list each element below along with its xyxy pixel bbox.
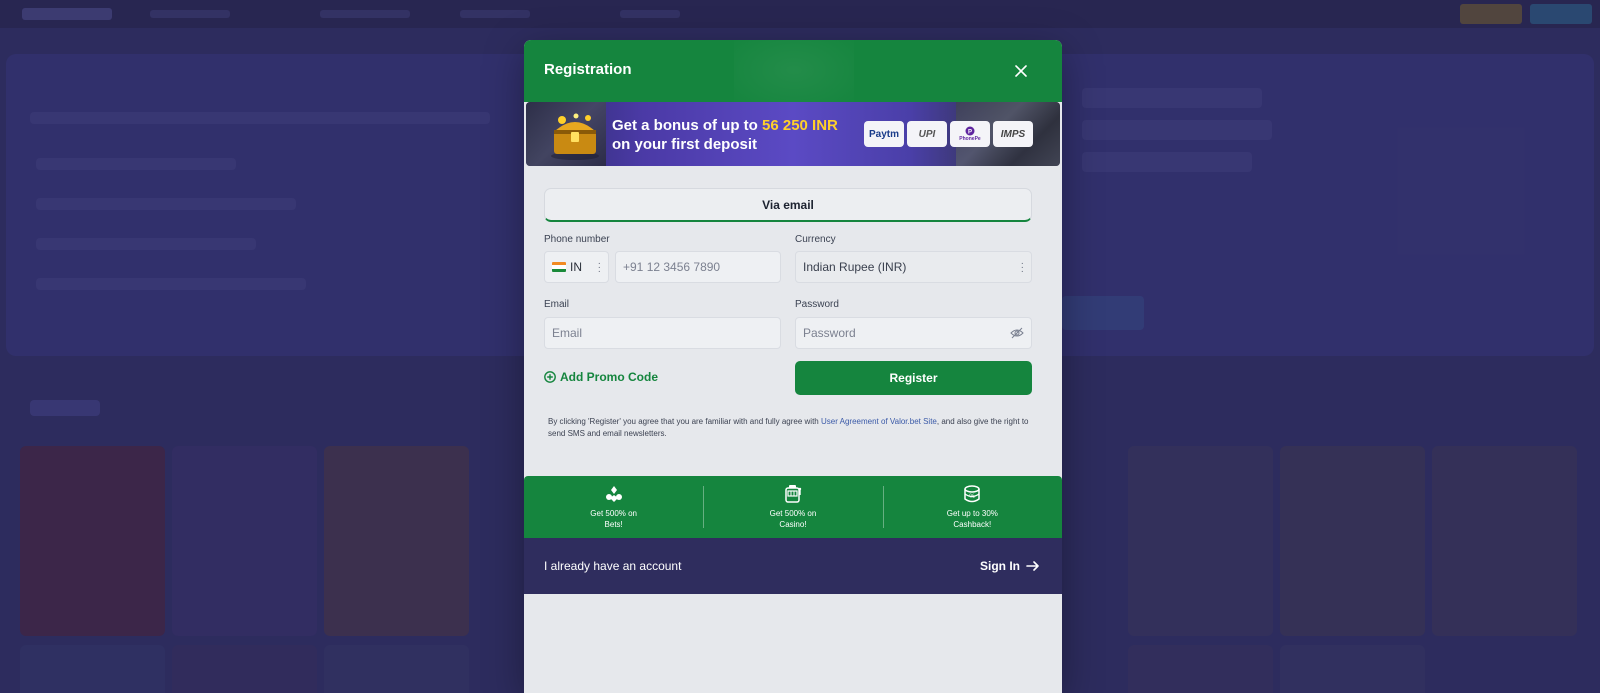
banner-line-1: Get a bonus of up to 56 250 INR: [612, 116, 838, 135]
cashback-icon: %: [962, 484, 982, 504]
imps-logo: IMPS: [993, 121, 1033, 147]
add-promo-code-button[interactable]: Add Promo Code: [544, 370, 658, 384]
banner-text: Get a bonus of up to 56 250 INR on your …: [612, 116, 838, 154]
password-field[interactable]: [795, 317, 1032, 349]
modal-header: Registration: [524, 40, 1062, 106]
currency-value: Indian Rupee (INR): [803, 260, 907, 274]
user-agreement-link[interactable]: User Agreement of Valor.bet Site: [821, 417, 937, 426]
payment-methods: Paytm UPI P PhonePe IMPS: [864, 121, 1033, 147]
benefit-text: Get up to 30% Cashback!: [946, 509, 998, 529]
plus-circle-icon: [544, 371, 556, 383]
benefit-text: Get 500% on Casino!: [769, 509, 817, 529]
sign-in-label: Sign In: [980, 559, 1020, 573]
register-button[interactable]: Register: [795, 361, 1032, 395]
phone-number-input[interactable]: [623, 260, 780, 274]
benefit-bets: Get 500% on Bets!: [524, 476, 703, 538]
banner-prefix: Get a bonus of up to: [612, 117, 762, 134]
tab-via-email[interactable]: Via email: [544, 188, 1032, 222]
slot-machine-icon: [783, 484, 803, 504]
email-field[interactable]: [544, 317, 781, 349]
password-label: Password: [795, 299, 839, 310]
phone-number-label: Phone number: [544, 234, 610, 245]
bonus-amount: 56 250 INR: [762, 117, 838, 134]
currency-label: Currency: [795, 234, 836, 245]
phonepe-logo: P PhonePe: [950, 121, 990, 147]
sign-in-link[interactable]: Sign In: [980, 559, 1040, 573]
phone-number-field[interactable]: [615, 251, 781, 283]
benefit-casino: Get 500% on Casino!: [703, 476, 882, 538]
currency-select[interactable]: Indian Rupee (INR) · · ·: [795, 251, 1032, 283]
kebab-icon: · · ·: [1020, 258, 1024, 277]
terms-text: By clicking 'Register' you agree that yo…: [548, 416, 1038, 440]
email-input[interactable]: [552, 326, 780, 340]
header-watermark: [734, 40, 854, 106]
email-label: Email: [544, 299, 570, 310]
arrow-right-icon: [1026, 561, 1039, 571]
banner-line-2: on your first deposit: [612, 136, 758, 153]
terms-before: By clicking 'Register' you agree that yo…: [548, 417, 821, 426]
svg-text:P: P: [968, 130, 972, 136]
bonus-banner: Get a bonus of up to 56 250 INR on your …: [526, 102, 1060, 166]
upi-logo: UPI: [907, 121, 947, 147]
phonepe-label: PhonePe: [959, 136, 981, 142]
country-code-select[interactable]: IN · · ·: [544, 251, 609, 283]
benefit-text: Get 500% on Bets!: [590, 509, 637, 529]
phonepe-icon: P: [965, 126, 975, 136]
registration-modal: Registration Get a bonus of up to 56 250…: [524, 40, 1062, 693]
benefit-cashback: % Get up to 30% Cashback!: [882, 476, 1062, 538]
close-button[interactable]: [1008, 58, 1034, 84]
paytm-logo: Paytm: [864, 121, 904, 147]
close-icon: [1015, 65, 1027, 77]
existing-account-text: I already have an account: [544, 559, 682, 573]
benefits-bar: Get 500% on Bets! Get 500% on Casino! % …: [524, 476, 1062, 538]
promo-label: Add Promo Code: [560, 370, 658, 384]
kebab-icon: · · ·: [597, 258, 601, 277]
modal-title: Registration: [544, 61, 632, 78]
india-flag-icon: [552, 262, 566, 272]
card-suits-icon: [604, 484, 624, 504]
treasure-chest-icon: [551, 113, 599, 160]
password-input[interactable]: [803, 326, 1031, 340]
eye-off-icon[interactable]: [1010, 327, 1024, 339]
country-code: IN: [570, 260, 582, 274]
svg-text:%: %: [970, 494, 976, 500]
modal-footer: I already have an account Sign In: [524, 538, 1062, 594]
